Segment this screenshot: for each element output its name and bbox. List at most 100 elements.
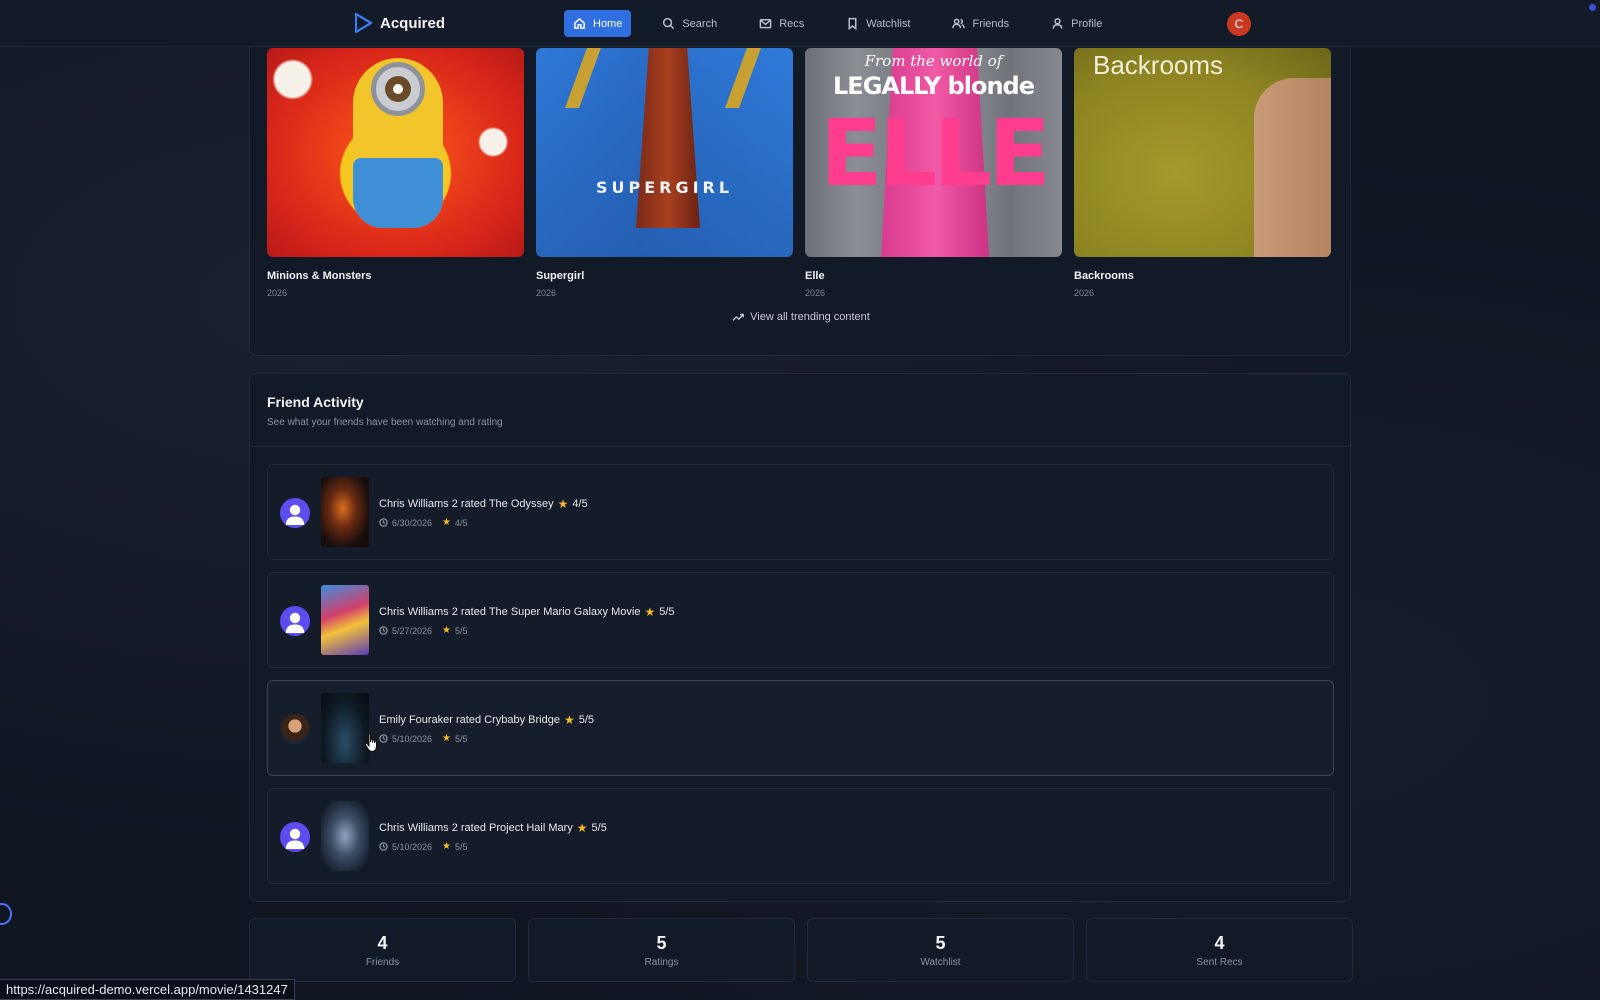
poster-title-text: Backrooms — [1093, 50, 1224, 80]
trending-section: Minions & Monsters 2026 SUPERGIRL Superg… — [249, 20, 1351, 356]
notification-dot — [1589, 4, 1596, 11]
movie-poster[interactable] — [321, 801, 369, 871]
activity-date: 5/10/2026 — [392, 841, 433, 852]
users-icon — [952, 18, 966, 29]
movie-poster[interactable] — [321, 477, 369, 547]
avatar[interactable] — [280, 606, 310, 636]
trending-year: 2026 — [805, 288, 826, 298]
activity-meta-rating: 5/5 — [455, 733, 468, 744]
bookmark-icon — [848, 17, 857, 30]
activity-text: Emily Fouraker rated Crybaby Bridge ★ 5/… — [379, 713, 594, 744]
trending-item[interactable]: From the world of LEGALLY blonde ELLE El… — [805, 48, 1062, 298]
trending-year: 2026 — [267, 288, 288, 298]
poster-elle[interactable]: From the world of LEGALLY blonde ELLE — [805, 48, 1062, 257]
trending-title[interactable]: Supergirl — [536, 270, 793, 282]
avatar[interactable] — [280, 498, 310, 528]
nav-search[interactable]: Search — [653, 10, 726, 37]
trending-year: 2026 — [1074, 288, 1095, 298]
stat-friends[interactable]: 4 Friends — [249, 918, 516, 982]
avatar[interactable] — [280, 714, 310, 744]
user-avatar-button[interactable]: C — [1227, 12, 1251, 36]
activity-item[interactable]: Emily Fouraker rated Crybaby Bridge ★ 5/… — [267, 680, 1334, 776]
nav-friends-label: Friends — [972, 17, 1010, 30]
trending-item[interactable]: Backrooms Backrooms 2026 — [1074, 48, 1331, 298]
stat-label: Friends — [365, 957, 400, 968]
activity-meta: 6/30/2026 ★ 4/5 — [379, 517, 588, 528]
nav-profile[interactable]: Profile — [1042, 10, 1111, 37]
poster-subtitle: LEGALLY blonde — [833, 72, 1035, 100]
stat-sent-recs[interactable]: 4 Sent Recs — [1086, 918, 1353, 982]
poster-stripe — [725, 48, 761, 108]
stat-ratings[interactable]: 5 Ratings — [528, 918, 795, 982]
avatar[interactable] — [280, 822, 310, 852]
activity-meta-rating: 5/5 — [455, 841, 468, 852]
hand-cursor-icon — [364, 733, 377, 753]
star-icon: ★ — [442, 625, 452, 636]
movie-poster[interactable] — [321, 585, 369, 655]
search-icon — [663, 17, 675, 30]
activity-rating: 4/5 — [572, 498, 588, 510]
activity-headline-text: Chris Williams 2 rated The Super Mario G… — [379, 606, 641, 618]
trending-item[interactable]: Minions & Monsters 2026 — [267, 48, 524, 298]
main-nav: Home Search Recs Watchlist Friends Profi… — [564, 10, 1111, 37]
nav-friends[interactable]: Friends — [943, 10, 1018, 37]
side-widget-handle[interactable] — [0, 903, 12, 925]
activity-date: 6/30/2026 — [392, 517, 433, 528]
stat-label: Ratings — [644, 957, 679, 968]
poster-backrooms[interactable]: Backrooms — [1074, 48, 1331, 257]
poster-hand — [1254, 78, 1331, 257]
activity-item[interactable]: Chris Williams 2 rated The Super Mario G… — [267, 572, 1334, 668]
activity-meta-rating: 5/5 — [455, 625, 468, 636]
stat-watchlist[interactable]: 5 Watchlist — [807, 918, 1074, 982]
activity-rating: 5/5 — [659, 606, 675, 618]
star-icon: ★ — [442, 841, 452, 852]
movie-poster[interactable] — [321, 693, 369, 763]
clock-icon — [379, 842, 388, 851]
view-all-trending-label: View all trending content — [750, 311, 870, 323]
minion-eye — [385, 76, 411, 102]
poster-stripe — [565, 48, 601, 108]
clock-icon — [379, 626, 388, 635]
brand[interactable]: Acquired — [352, 12, 445, 34]
activity-headline: Chris Williams 2 rated The Odyssey ★ 4/5 — [379, 497, 588, 511]
poster-title-text: SUPERGIRL — [595, 178, 734, 197]
nav-home[interactable]: Home — [564, 10, 632, 37]
activity-item[interactable]: Chris Williams 2 rated The Odyssey ★ 4/5… — [267, 464, 1334, 560]
nav-search-label: Search — [682, 17, 718, 30]
stat-value: 4 — [377, 933, 388, 953]
home-icon — [574, 17, 585, 29]
activity-headline-text: Chris Williams 2 rated Project Hail Mary — [379, 822, 573, 834]
activity-meta: 5/10/2026 ★ 5/5 — [379, 733, 594, 744]
stat-value: 5 — [656, 933, 667, 953]
poster-supergirl[interactable]: SUPERGIRL — [536, 48, 793, 257]
activity-headline: Emily Fouraker rated Crybaby Bridge ★ 5/… — [379, 713, 594, 727]
clock-icon — [379, 734, 388, 743]
activity-headline-text: Chris Williams 2 rated The Odyssey — [379, 498, 554, 510]
friend-activity-section: Friend Activity See what your friends ha… — [249, 373, 1351, 902]
stat-label: Watchlist — [920, 957, 961, 968]
activity-item[interactable]: Chris Williams 2 rated Project Hail Mary… — [267, 788, 1334, 884]
activity-headline: Chris Williams 2 rated The Super Mario G… — [379, 605, 675, 619]
view-all-trending-link[interactable]: View all trending content — [250, 311, 1352, 323]
activity-date: 5/27/2026 — [392, 625, 433, 636]
trending-title[interactable]: Minions & Monsters — [267, 270, 524, 282]
user-icon — [1052, 18, 1063, 29]
activity-headline-text: Emily Fouraker rated Crybaby Bridge — [379, 714, 560, 726]
status-bar-url: https://acquired-demo.vercel.app/movie/1… — [0, 979, 295, 1000]
nav-recs[interactable]: Recs — [750, 10, 813, 37]
trending-title[interactable]: Elle — [805, 270, 1062, 282]
poster-title-text: ELLE — [820, 100, 1051, 207]
activity-text: Chris Williams 2 rated Project Hail Mary… — [379, 821, 607, 852]
nav-watchlist[interactable]: Watchlist — [837, 10, 919, 37]
activity-rating: 5/5 — [591, 822, 607, 834]
trending-up-icon — [732, 313, 745, 321]
trending-item[interactable]: SUPERGIRL Supergirl 2026 — [536, 48, 793, 298]
section-subtitle: See what your friends have been watching… — [267, 417, 503, 428]
star-icon: ★ — [557, 497, 569, 511]
activity-meta: 5/10/2026 ★ 5/5 — [379, 841, 607, 852]
user-placeholder-icon — [285, 828, 305, 849]
trending-title[interactable]: Backrooms — [1074, 270, 1331, 282]
activity-text: Chris Williams 2 rated The Super Mario G… — [379, 605, 675, 636]
star-icon: ★ — [442, 733, 452, 744]
poster-minions[interactable] — [267, 48, 524, 257]
